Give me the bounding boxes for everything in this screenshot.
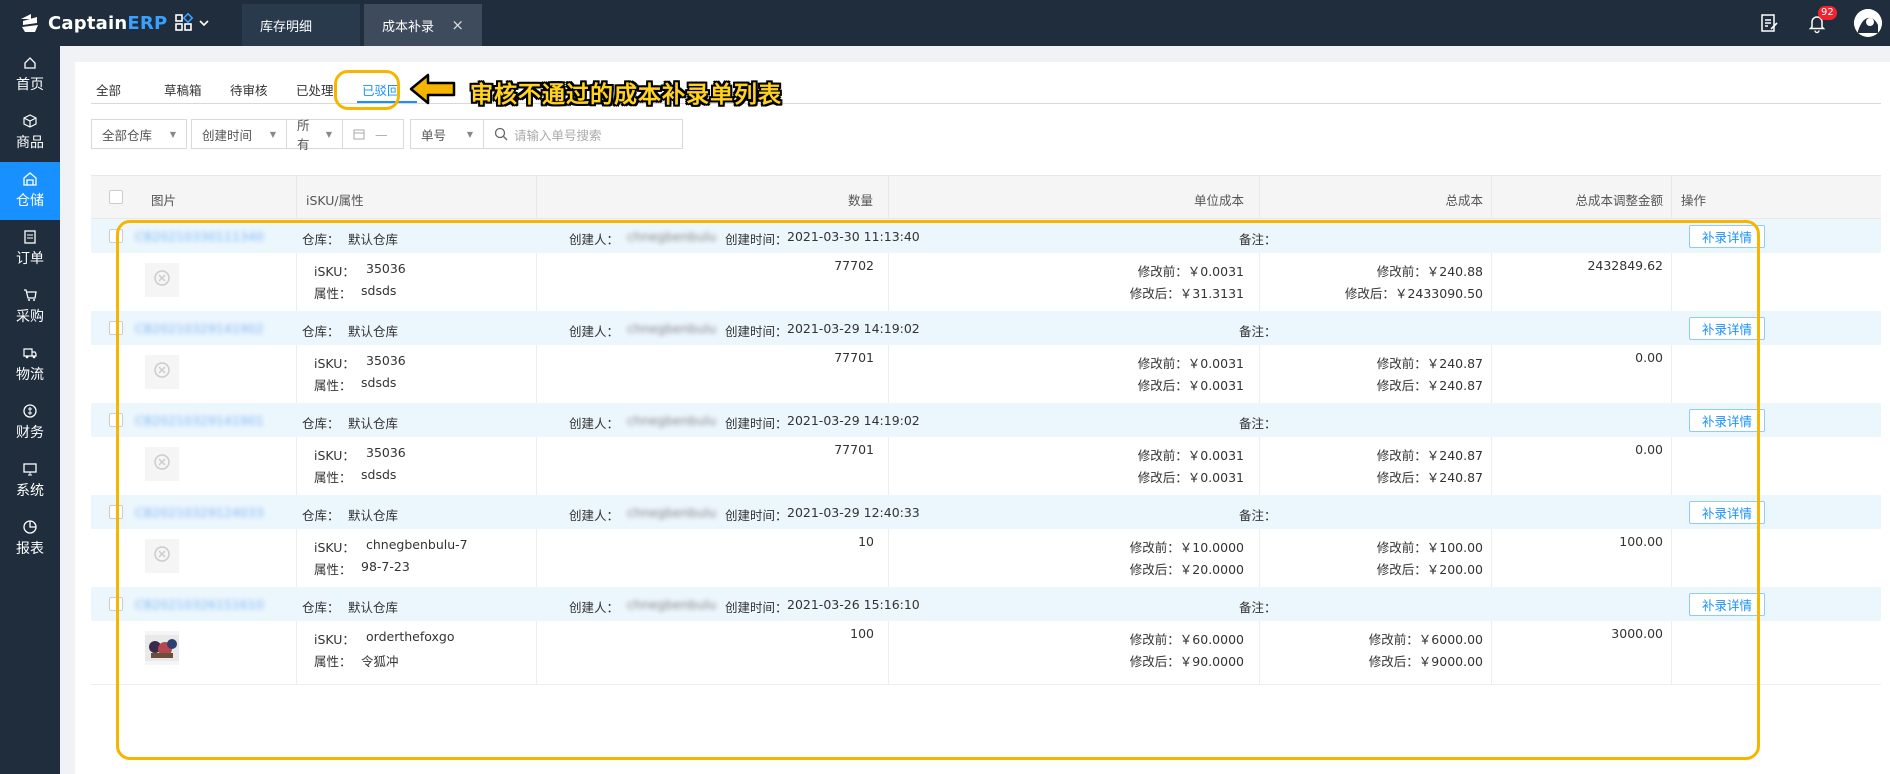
sidebar-item-label: 首页 — [16, 77, 44, 93]
captain-logo-icon — [21, 14, 38, 32]
brand-name-accent: ERP — [127, 12, 168, 34]
note-edit-icon[interactable] — [1758, 12, 1780, 34]
time-type-value: 创建时间 — [202, 127, 253, 143]
date-range-picker[interactable]: — — [342, 119, 404, 149]
chevron-down-icon — [199, 20, 209, 27]
top-bar: CaptainERP 库存明细 成本补录 × 92 — [0, 0, 1890, 46]
search-field-select[interactable]: 单号 ▼ — [410, 119, 484, 149]
avatar-icon — [1854, 9, 1882, 37]
sidebar-item-finance[interactable]: 财务 — [0, 394, 60, 452]
sidebar-item-truck[interactable]: 物流 — [0, 336, 60, 394]
date-range-separator: — — [375, 126, 388, 142]
sidebar-item-report[interactable]: 报表 — [0, 510, 60, 568]
warehouse-select[interactable]: 全部仓库 ▼ — [91, 119, 187, 149]
arrow-left-icon — [409, 73, 456, 105]
search-placeholder: 请输入单号搜索 — [514, 127, 602, 143]
column-divider — [888, 176, 889, 220]
sidebar-item-label: 系统 — [16, 483, 44, 499]
chevron-down-icon: ▼ — [269, 129, 276, 139]
truck-icon — [23, 348, 37, 359]
tab-processed[interactable]: 已处理 — [296, 80, 334, 99]
cart-icon — [24, 289, 37, 301]
caret-down-icon: ▼ — [325, 129, 332, 139]
search-icon — [494, 127, 508, 141]
tab-label: 成本补录 — [382, 19, 435, 35]
tab-cost-supplement[interactable]: 成本补录 × — [364, 4, 482, 46]
report-icon — [23, 520, 37, 534]
notification-count-badge: 92 — [1818, 6, 1837, 20]
search-input[interactable]: 请输入单号搜索 — [483, 119, 683, 149]
annotation-callout: 审核不通过的成本补录单列表 — [470, 82, 782, 108]
calendar-icon — [353, 129, 365, 140]
sidebar-item-label: 仓储 — [16, 193, 44, 209]
brand-name-main: Captain — [48, 12, 128, 34]
home-icon — [24, 57, 36, 69]
box-icon — [23, 114, 37, 128]
sidebar-item-cart[interactable]: 采购 — [0, 278, 60, 336]
sidebar-item-home[interactable]: 首页 — [0, 46, 60, 104]
table-header: 图片 iSKU/属性 数量 单位成本 总成本 总成本调整金额 操作 — [91, 175, 1881, 220]
sidebar-item-warehouse[interactable]: 仓储 — [0, 162, 60, 220]
tab-all[interactable]: 全部 — [96, 80, 121, 99]
sidebar-item-label: 采购 — [16, 309, 44, 325]
column-divider — [296, 176, 297, 220]
column-divider — [536, 176, 537, 220]
col-quantity: 数量 — [847, 193, 873, 208]
sidebar: 首页商品仓储订单采购物流财务系统报表 — [0, 46, 60, 774]
col-unit-cost: 单位成本 — [1193, 193, 1244, 208]
app-switcher[interactable] — [174, 13, 210, 33]
tab-pending-review[interactable]: 待审核 — [230, 80, 268, 99]
search-field-value: 单号 — [421, 127, 447, 143]
tab-inventory-detail[interactable]: 库存明细 — [242, 4, 360, 46]
range-select[interactable]: 所有 ▼ — [286, 118, 343, 152]
sidebar-item-box[interactable]: 商品 — [0, 104, 60, 162]
caret-down-icon: ▼ — [466, 129, 473, 139]
notification-bell[interactable]: 92 — [1806, 6, 1837, 34]
close-icon[interactable]: × — [451, 16, 464, 34]
col-image: 图片 — [151, 193, 177, 208]
col-operations: 操作 — [1681, 193, 1707, 208]
rejected-tab-highlight — [334, 70, 400, 110]
sidebar-item-label: 订单 — [16, 251, 44, 267]
col-adjust-amount: 总成本调整金额 — [1575, 193, 1663, 208]
sidebar-item-label: 物流 — [16, 367, 44, 383]
col-total-cost: 总成本 — [1445, 193, 1483, 208]
chevron-down-icon: ▼ — [169, 129, 176, 139]
tab-drafts[interactable]: 草稿箱 — [164, 80, 202, 99]
sidebar-item-system[interactable]: 系统 — [0, 452, 60, 510]
time-type-select[interactable]: 创建时间 ▼ — [191, 119, 287, 149]
sidebar-item-label: 报表 — [16, 541, 44, 557]
rejected-list-highlight — [116, 220, 1760, 760]
system-icon — [23, 463, 37, 476]
sidebar-item-label: 商品 — [16, 135, 44, 151]
select-all-checkbox[interactable] — [109, 190, 123, 204]
warehouse-select-value: 全部仓库 — [102, 127, 153, 143]
sidebar-item-order[interactable]: 订单 — [0, 220, 60, 278]
column-divider — [1671, 176, 1672, 220]
brand-logo[interactable]: CaptainERP — [18, 10, 167, 36]
col-sku: iSKU/属性 — [306, 193, 364, 208]
order-icon — [24, 230, 36, 244]
warehouse-icon — [23, 172, 37, 186]
brand-name: CaptainERP — [48, 13, 167, 34]
user-avatar[interactable] — [1854, 9, 1882, 37]
column-divider — [1259, 176, 1260, 220]
finance-icon — [23, 404, 37, 418]
grid-icon — [175, 13, 194, 31]
column-divider — [1491, 176, 1492, 220]
range-value: 所有 — [297, 118, 310, 152]
sidebar-item-label: 财务 — [16, 425, 44, 441]
tab-label: 库存明细 — [260, 19, 313, 35]
